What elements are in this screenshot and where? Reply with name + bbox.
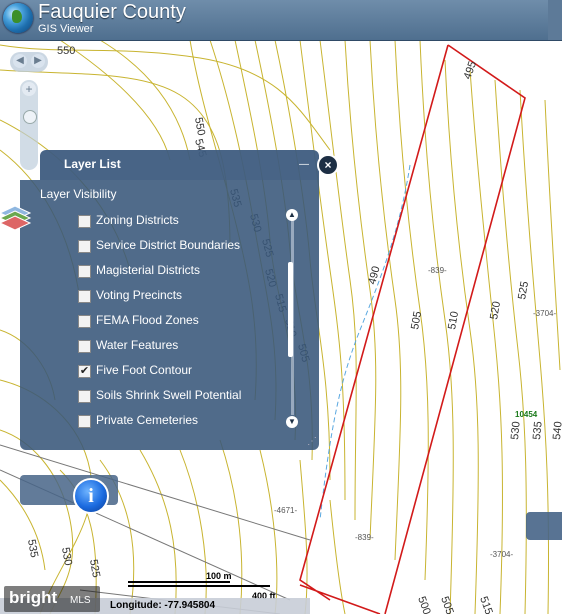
scroll-down-icon[interactable]: ▼ xyxy=(286,416,298,428)
layer-item[interactable]: Magisterial Districts xyxy=(78,261,278,281)
zoom-slider-handle[interactable] xyxy=(23,110,37,124)
layer-checkbox[interactable] xyxy=(78,215,91,228)
layer-label: Five Foot Contour xyxy=(96,363,193,377)
longitude-readout: Longitude: -77.945804 xyxy=(110,600,216,611)
layer-checkbox[interactable] xyxy=(78,340,91,353)
layers-icon xyxy=(0,205,32,231)
layer-list-body: Layer Visibility Zoning Districts Servic… xyxy=(0,180,319,450)
scrollbar-thumb[interactable] xyxy=(288,262,293,357)
layer-label: Magisterial Districts xyxy=(96,263,201,277)
layer-item[interactable]: Soils Shrink Swell Potential xyxy=(78,386,278,406)
layer-item[interactable]: ✔ Five Foot Contour xyxy=(78,361,278,381)
contour-label: 550 xyxy=(57,45,75,57)
layer-list-panel: Layer List — × Layer Visibility Zoning D… xyxy=(0,150,339,450)
contour-label: 535 xyxy=(531,421,545,440)
layer-checkbox[interactable] xyxy=(78,265,91,278)
layer-checkbox[interactable] xyxy=(78,315,91,328)
layer-item[interactable]: Private Cemeteries xyxy=(78,411,278,431)
parcel-label: -839- xyxy=(428,266,447,275)
contour-label: 530 xyxy=(509,421,523,440)
layer-item[interactable]: Zoning Districts xyxy=(78,211,278,231)
pan-left-icon[interactable]: ◀ xyxy=(13,54,27,68)
layer-item[interactable]: Service District Boundaries xyxy=(78,236,278,256)
watermark-brand: bright xyxy=(9,588,58,607)
pan-right-icon[interactable]: ▶ xyxy=(31,54,45,68)
globe-logo-icon xyxy=(3,3,33,33)
scale-metric-bar xyxy=(128,581,230,583)
layer-item[interactable]: Water Features xyxy=(78,336,278,356)
layer-item[interactable]: FEMA Flood Zones xyxy=(78,311,278,331)
layer-checkbox-checked[interactable]: ✔ xyxy=(78,365,91,378)
contour-label: 540 xyxy=(551,421,562,440)
scroll-up-icon[interactable]: ▲ xyxy=(286,209,298,221)
layer-label: Zoning Districts xyxy=(96,213,179,227)
scale-imperial-bar xyxy=(128,585,270,587)
side-panel-tab[interactable] xyxy=(526,512,562,540)
scalebar: 100 m 400 ft xyxy=(128,571,296,601)
scale-metric-label: 100 m xyxy=(206,571,232,581)
layer-checkbox[interactable] xyxy=(78,390,91,403)
layer-label: Private Cemeteries xyxy=(96,413,199,427)
layer-checkbox[interactable] xyxy=(78,290,91,303)
minimize-icon[interactable]: — xyxy=(299,159,309,170)
layer-visibility-label: Layer Visibility xyxy=(40,187,117,201)
layer-list-title: Layer List xyxy=(64,157,121,171)
layer-label: Water Features xyxy=(96,338,179,352)
close-icon[interactable]: × xyxy=(317,154,339,176)
layer-list-titlebar[interactable]: Layer List — × xyxy=(40,150,339,180)
layer-checkbox[interactable] xyxy=(78,240,91,253)
info-button[interactable]: i xyxy=(73,478,109,514)
brightmls-watermark-logo: bright MLS xyxy=(4,586,100,612)
layer-label: FEMA Flood Zones xyxy=(96,313,199,327)
layer-label: Voting Precincts xyxy=(96,288,183,302)
layer-label: Service District Boundaries xyxy=(96,238,241,252)
parcel-label: -3704- xyxy=(490,550,513,559)
app-title: Fauquier County xyxy=(38,1,186,23)
parcel-label: 10454 xyxy=(515,410,538,419)
parcel-label: -4671- xyxy=(274,506,297,515)
pan-control[interactable]: ◀ ▶ xyxy=(10,52,48,72)
layer-item[interactable]: Voting Precincts xyxy=(78,286,278,306)
parcel-label: -839- xyxy=(355,533,374,542)
parcel-label: -3704- xyxy=(533,309,556,318)
layer-label: Soils Shrink Swell Potential xyxy=(96,388,242,402)
zoom-in-icon[interactable]: + xyxy=(22,82,36,96)
app-header: Fauquier County GIS Viewer xyxy=(0,0,562,41)
watermark-suffix: MLS xyxy=(70,595,91,606)
resize-handle-icon[interactable]: ⋰ xyxy=(307,436,317,447)
layer-checkbox[interactable] xyxy=(78,415,91,428)
header-edge xyxy=(548,0,562,40)
app-subtitle: GIS Viewer xyxy=(38,23,94,35)
